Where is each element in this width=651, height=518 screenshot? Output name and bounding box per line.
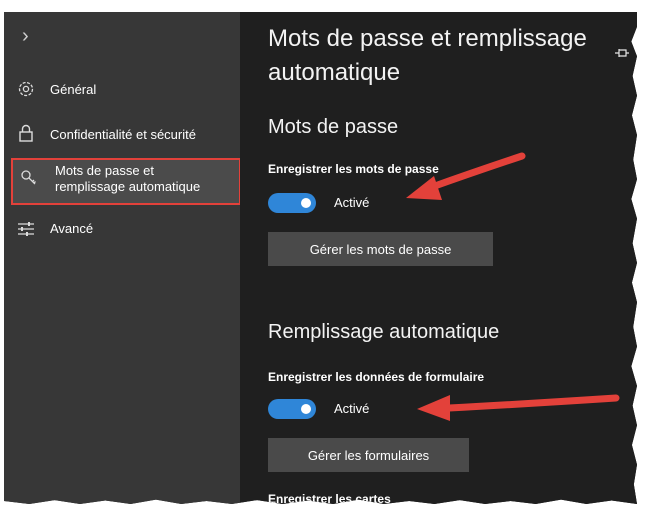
lock-icon	[19, 124, 33, 142]
manage-forms-button[interactable]: Gérer les formulaires	[268, 438, 469, 472]
expand-chevron-icon[interactable]: ›	[22, 26, 29, 46]
save-form-data-toggle[interactable]	[268, 399, 316, 419]
toggle-knob	[301, 198, 311, 208]
settings-panel: Mots de passe et remplissage automatique…	[240, 12, 637, 504]
sidebar-item-label: Confidentialité et sécurité	[50, 127, 196, 142]
autofill-section-title: Remplissage automatique	[268, 321, 500, 343]
page-title: Mots de passe et remplissage automatique	[268, 25, 587, 86]
save-passwords-toggle-state: Activé	[334, 195, 370, 210]
sidebar-item-label: Mots de passe et remplissage automatique	[55, 163, 200, 195]
sidebar-item-advanced[interactable]: Avancé	[4, 217, 240, 241]
manage-passwords-button[interactable]: Gérer les mots de passe	[268, 232, 493, 266]
sidebar-item-passwords[interactable]: Mots de passe et remplissage automatique	[11, 158, 241, 205]
key-icon	[21, 170, 36, 185]
save-passwords-toggle[interactable]	[268, 193, 316, 213]
sidebar-item-label: Avancé	[50, 221, 94, 236]
save-cards-label: Enregistrer les cartes	[268, 492, 391, 504]
gear-icon	[18, 81, 34, 97]
save-form-data-toggle-state: Activé	[334, 401, 370, 416]
pin-icon[interactable]	[614, 46, 630, 60]
save-passwords-label: Enregistrer les mots de passe	[268, 162, 439, 176]
screenshot-frame: › Général Confidentialité et sécurité Mo…	[4, 12, 637, 504]
sliders-icon	[18, 222, 34, 236]
toggle-knob	[301, 404, 311, 414]
sidebar-item-label: Général	[50, 82, 97, 97]
settings-sidebar: › Général Confidentialité et sécurité Mo…	[4, 12, 241, 504]
sidebar-item-label-line2: remplissage automatique	[55, 179, 201, 194]
save-form-data-label: Enregistrer les données de formulaire	[268, 370, 485, 384]
sidebar-item-label-line1: Mots de passe et	[55, 163, 154, 178]
sidebar-item-privacy[interactable]: Confidentialité et sécurité	[4, 120, 240, 148]
passwords-section-title: Mots de passe	[268, 116, 399, 138]
sidebar-item-general[interactable]: Général	[4, 76, 240, 104]
